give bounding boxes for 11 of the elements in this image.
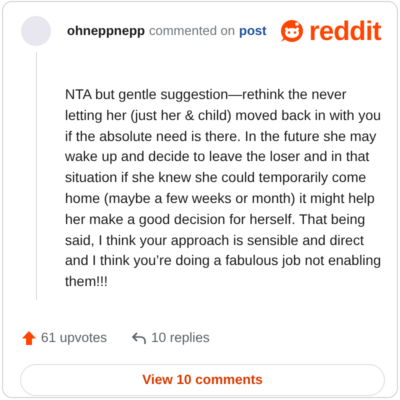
- logo-icon: [278, 18, 305, 44]
- comment-text: NTA but gentle suggestion—rethink the never letting her (just her & child) moved back in with you if the absolute need is there. In the future she may wake up and decide to leave the loser and in that situation if she knew she could temporarily come home (maybe a few weeks or month) it might help her make a good decision for herself. That being said, I think your approach is sensible and direct and I think you’re doing a fabulous job not enabling them!!!: [65, 85, 382, 292]
- post-link[interactable]: post: [239, 21, 266, 41]
- action-text: commented on: [149, 22, 235, 40]
- reply-count: 10 replies: [151, 328, 210, 347]
- upvote-icon[interactable]: [21, 330, 37, 346]
- view-comments-button[interactable]: View 10 comments: [20, 364, 385, 396]
- upvote-count: 61 upvotes: [41, 328, 108, 347]
- logo-text: reddit: [308, 18, 381, 44]
- reply-icon[interactable]: [131, 331, 148, 346]
- username[interactable]: ohneppnepp: [67, 21, 145, 41]
